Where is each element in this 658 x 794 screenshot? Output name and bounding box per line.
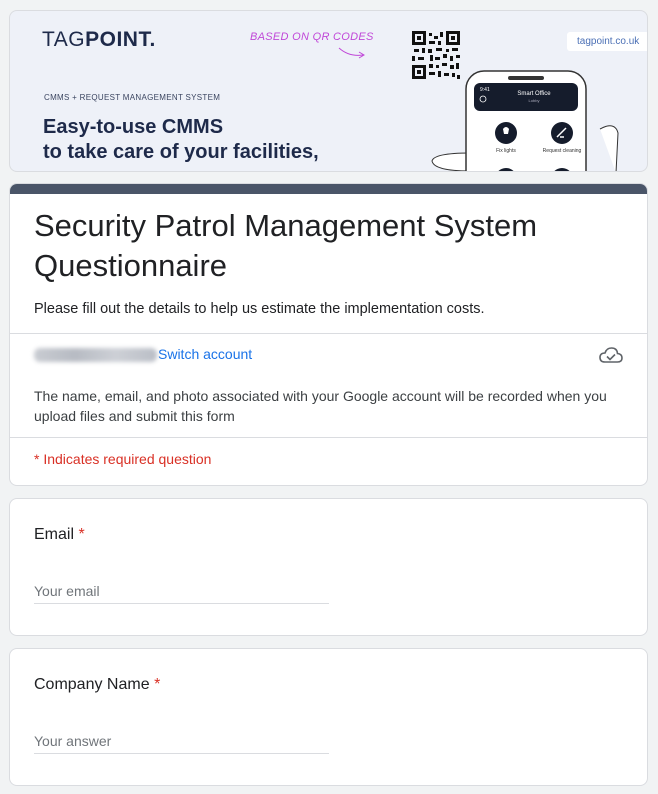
logo-bold-text: POINT. bbox=[85, 28, 156, 51]
question-label-text: Company Name bbox=[34, 676, 150, 693]
question-card-company-name: Company Name * bbox=[9, 648, 648, 786]
qr-note: BASED ON QR CODES bbox=[250, 31, 374, 43]
company-name-field[interactable] bbox=[34, 729, 329, 754]
domain-badge: tagpoint.co.uk bbox=[567, 32, 647, 51]
form-description: Please fill out the details to help us e… bbox=[34, 301, 485, 317]
headline: Easy-to-use CMMS to take care of your fa… bbox=[43, 115, 319, 165]
logo-light-text: TAG bbox=[42, 28, 86, 51]
required-star: * bbox=[154, 676, 161, 693]
arrow-icon bbox=[338, 47, 365, 59]
question-label: Company Name * bbox=[34, 676, 160, 694]
account-email-blurred bbox=[34, 348, 157, 363]
form-header-card: Security Patrol Management System Questi… bbox=[9, 183, 648, 486]
header-banner: TAGPOINT. BASED ON QR CODES tagpoint.co.… bbox=[9, 10, 648, 172]
phone-app-subtitle: Lobby bbox=[529, 98, 540, 103]
switch-account-link[interactable]: Switch account bbox=[158, 346, 252, 362]
tagpoint-logo: TAGPOINT. bbox=[42, 28, 156, 52]
email-field[interactable] bbox=[34, 579, 329, 604]
privacy-notice: The name, email, and photo associated wi… bbox=[34, 388, 607, 424]
required-note: * Indicates required question bbox=[34, 451, 212, 467]
headline-line-1: Easy-to-use CMMS bbox=[43, 116, 224, 138]
question-label-text: Email bbox=[34, 526, 75, 543]
headline-line-2: to take care of your facilities, bbox=[43, 141, 319, 163]
divider bbox=[10, 437, 647, 438]
account-row: Switch account bbox=[34, 346, 252, 363]
required-star: * bbox=[78, 526, 85, 543]
phone-time: 9:41 bbox=[480, 87, 490, 93]
question-card-email: Email * bbox=[9, 498, 648, 636]
question-label: Email * bbox=[34, 526, 85, 544]
accent-bar bbox=[10, 184, 647, 194]
phone-app-title: Smart Office bbox=[517, 91, 551, 97]
divider bbox=[10, 333, 647, 334]
tagline: CMMS + REQUEST MANAGEMENT SYSTEM bbox=[44, 93, 221, 102]
cloud-check-icon bbox=[599, 347, 623, 363]
page-title: Security Patrol Management System Questi… bbox=[34, 208, 538, 283]
phone-tile-1: Fix lights bbox=[496, 148, 516, 154]
phone-tile-2: Request cleaning bbox=[543, 148, 582, 154]
phone-mockup-image: 9:41 Smart Office Lobby Fix lights Reque… bbox=[431, 70, 619, 171]
